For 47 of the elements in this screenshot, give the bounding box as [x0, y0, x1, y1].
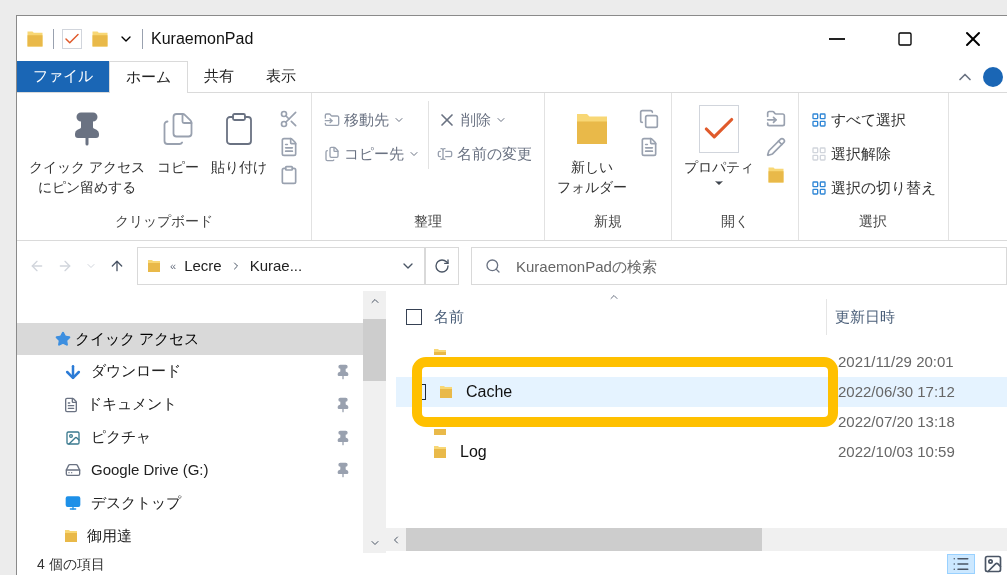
ribbon-button[interactable]: 移動先 — [323, 105, 420, 135]
ribbon-button[interactable]: 貼り付け — [206, 101, 271, 177]
breadcrumb[interactable]: Kurae... — [249, 254, 303, 278]
modified-date: 2022/06/30 17:12 — [837, 381, 955, 402]
ribbon-button[interactable]: 選択の切り替え — [810, 173, 936, 203]
nav-item[interactable]: ドキュメント — [17, 388, 363, 421]
ribbon-button[interactable]: コピー先 — [323, 139, 420, 169]
file-row[interactable]: Cache 2022/06/30 17:12 — [396, 377, 1007, 407]
file-row[interactable]: 2022/07/20 13:18 — [396, 407, 1007, 437]
nav-item[interactable]: ピクチャ — [17, 421, 363, 454]
group-label: 新規 — [592, 212, 623, 231]
ribbon-button[interactable]: すべて選択 — [810, 105, 936, 135]
search-field[interactable]: KuraemonPadの検索 — [471, 247, 1007, 285]
nav-item[interactable]: デスクトップ — [17, 487, 363, 520]
file-row[interactable]: Log 2022/10/03 10:59 — [396, 437, 1007, 467]
nav-item[interactable]: 御用達 — [17, 519, 363, 553]
ribbon-tab[interactable]: ファイル — [17, 61, 109, 92]
group-label: クリップボード — [113, 212, 214, 231]
ribbon-tab[interactable]: 表示 — [250, 61, 312, 92]
ribbon-button[interactable]: コピー — [152, 101, 203, 177]
ribbon-button[interactable]: プロパティ — [679, 101, 758, 189]
modified-date: 2022/10/03 10:59 — [837, 441, 955, 462]
nav-item[interactable]: ダウンロード — [17, 355, 363, 389]
modified-date: 2021/11/29 20:01 — [837, 351, 954, 372]
ribbon-button[interactable]: 選択解除 — [810, 139, 936, 169]
column-header[interactable]: 更新日時 — [835, 305, 895, 329]
breadcrumb[interactable]: Lecre — [184, 254, 222, 278]
address-bar[interactable]: « Lecre Kurae... — [137, 247, 425, 285]
nav-item[interactable]: クイック アクセス — [17, 323, 363, 356]
column-header[interactable]: 名前 — [434, 305, 464, 329]
group-label: 整理 — [412, 212, 443, 231]
ribbon-tab[interactable]: 共有 — [188, 61, 250, 92]
file-name: Log — [460, 442, 487, 462]
item-count: 4 個の項目 — [37, 554, 105, 574]
ribbon-button[interactable]: 名前の変更 — [436, 139, 532, 169]
window-title: KuraemonPad — [151, 28, 254, 49]
ribbon-button[interactable]: クイック アクセス にピン留めする — [25, 101, 149, 197]
breadcrumb-overflow[interactable]: « — [170, 257, 177, 275]
ribbon-tab[interactable]: ホーム — [109, 61, 188, 93]
file-name: Cache — [466, 382, 513, 402]
ribbon-button[interactable]: 削除 — [436, 105, 532, 135]
file-row[interactable]: 2021/11/29 20:01 — [396, 347, 1007, 377]
group-label: 選択 — [858, 212, 889, 231]
group-label: 開く — [719, 212, 750, 231]
ribbon-button[interactable]: 新しい フォルダー — [552, 101, 631, 197]
modified-date: 2022/07/20 13:18 — [837, 411, 955, 432]
nav-item[interactable]: Google Drive (G:) — [17, 454, 363, 487]
